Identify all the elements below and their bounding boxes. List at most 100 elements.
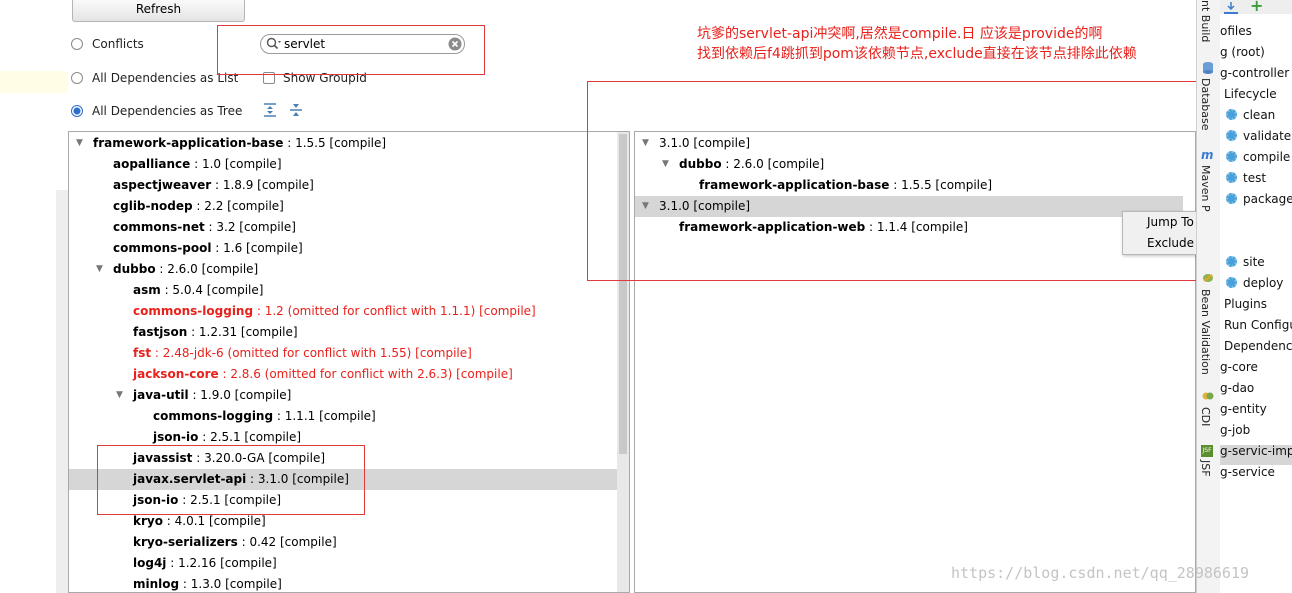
- artifact-version: : 1.6 [compile]: [211, 241, 303, 255]
- maven-item-label: ofiles: [1220, 24, 1252, 38]
- all-as-tree-label: All Dependencies as Tree: [92, 104, 243, 118]
- maven-item-label: validate: [1243, 129, 1292, 143]
- artifact-name: log4j: [133, 556, 167, 570]
- maven-item-label: Plugins: [1224, 297, 1267, 311]
- tree-node-label: jackson-core : 2.8.6 (omitted for confli…: [133, 364, 513, 385]
- tree-row[interactable]: fst : 2.48-jdk-6 (omitted for conflict w…: [69, 343, 617, 364]
- artifact-name: kryo-serializers: [133, 535, 238, 549]
- tree-node-label: framework-application-base : 1.5.5 [comp…: [93, 133, 386, 154]
- tree-node-label: java-util : 1.9.0 [compile]: [133, 385, 291, 406]
- tree-row[interactable]: jackson-core : 2.8.6 (omitted for confli…: [69, 364, 617, 385]
- maven-tree-item[interactable]: Lifecycle: [1224, 87, 1277, 101]
- maven-tree-item[interactable]: g-service: [1220, 465, 1275, 479]
- maven-tree-item[interactable]: compile: [1226, 150, 1290, 164]
- tree-node-label: fst : 2.48-jdk-6 (omitted for conflict w…: [133, 343, 472, 364]
- artifact-name: kryo: [133, 514, 163, 528]
- maven-item-label: g-controller: [1220, 66, 1290, 80]
- maven-item-label: Dependenci: [1224, 339, 1292, 353]
- tree-row[interactable]: commons-net : 3.2 [compile]: [69, 217, 617, 238]
- editor-gutter: [56, 190, 68, 593]
- tree-row[interactable]: log4j : 1.2.16 [compile]: [69, 553, 617, 574]
- maven-tree-item[interactable]: g-controller: [1220, 66, 1289, 80]
- maven-tree-item[interactable]: Dependenci: [1224, 339, 1292, 353]
- cdi-icon: [1202, 390, 1214, 405]
- refresh-button[interactable]: Refresh: [72, 0, 245, 22]
- maven-tree-item[interactable]: g-servic-imp: [1220, 444, 1292, 458]
- exclude-item[interactable]: Exclude: [1147, 236, 1194, 250]
- maven-add-icon[interactable]: +: [1250, 0, 1263, 15]
- maven-tree-item[interactable]: site: [1226, 255, 1265, 269]
- dependency-tree: ▼ framework-application-base : 1.5.5 [com…: [68, 131, 630, 593]
- annotation-line-2: 找到依赖后f4跳抓到pom该依赖节点,exclude直接在该节点排除此依赖: [697, 46, 1137, 62]
- maven-tree-item[interactable]: validate: [1226, 129, 1291, 143]
- maven-item-label: Run Configu: [1224, 318, 1292, 332]
- tree-row[interactable]: commons-pool : 1.6 [compile]: [69, 238, 617, 259]
- expand-all-icon[interactable]: [264, 103, 276, 117]
- maven-tree-item[interactable]: clean: [1226, 108, 1275, 122]
- tree-node-label: aopalliance : 1.0 [compile]: [113, 154, 282, 175]
- maven-tree-item[interactable]: g-entity: [1220, 402, 1267, 416]
- tree-row[interactable]: fastjson : 1.2.31 [compile]: [69, 322, 617, 343]
- tree-row[interactable]: aopalliance : 1.0 [compile]: [69, 154, 617, 175]
- tree-row[interactable]: ▼ java-util : 1.9.0 [compile]: [69, 385, 617, 406]
- tree-row[interactable]: commons-logging : 1.2 (omitted for confl…: [69, 301, 617, 322]
- maven-item-label: g-service: [1220, 465, 1275, 479]
- artifact-version: : 5.0.4 [compile]: [160, 283, 264, 297]
- ant-build-tab[interactable]: nt Build: [1199, 0, 1212, 42]
- tree-node-label: dubbo : 2.6.0 [compile]: [113, 259, 258, 280]
- artifact-version: : 4.0.1 [compile]: [162, 514, 266, 528]
- conflicts-label: Conflicts: [92, 37, 144, 51]
- artifact-version: : 1.3.0 [compile]: [179, 577, 282, 591]
- artifact-name: asm: [133, 283, 161, 297]
- tree-row[interactable]: ▼ dubbo : 2.6.0 [compile]: [69, 259, 617, 280]
- maven-download-icon[interactable]: [1224, 0, 1238, 14]
- maven-tree-item[interactable]: g-dao: [1220, 381, 1254, 395]
- maven-item-label: compile: [1243, 150, 1291, 164]
- maven-tree-item[interactable]: g-core: [1220, 360, 1258, 374]
- artifact-name: java-util: [133, 388, 189, 402]
- artifact-version: : 1.2 (omitted for conflict with 1.1.1) …: [253, 304, 536, 318]
- maven-projects-panel: + ofiles g (root) g-controller Lifecycle cle…: [1220, 0, 1292, 593]
- tree-node-label: kryo-serializers : 0.42 [compile]: [133, 532, 337, 553]
- tree-row[interactable]: cglib-nodep : 2.2 [compile]: [69, 196, 617, 217]
- maven-tree-item[interactable]: ofiles: [1220, 24, 1252, 38]
- maven-tree-item[interactable]: g (root): [1220, 45, 1265, 59]
- gear-icon: [1226, 109, 1237, 120]
- cdi-tab[interactable]: CDI: [1199, 407, 1212, 426]
- artifact-version: : 2.5.1 [compile]: [198, 430, 302, 444]
- maven-tree-item[interactable]: Run Configu: [1224, 318, 1292, 332]
- artifact-name: cglib-nodep: [113, 199, 193, 213]
- tree-row[interactable]: aspectjweaver : 1.8.9 [compile]: [69, 175, 617, 196]
- database-tab[interactable]: Database: [1199, 78, 1212, 131]
- artifact-name: dubbo: [113, 262, 156, 276]
- maven-tab[interactable]: Maven P: [1199, 165, 1212, 212]
- collapse-all-icon[interactable]: [290, 103, 302, 117]
- maven-tree-item[interactable]: package: [1226, 192, 1292, 206]
- all-as-list-radio[interactable]: [71, 72, 83, 84]
- maven-tree-item[interactable]: test: [1226, 171, 1266, 185]
- maven-tree-item[interactable]: g-job: [1220, 423, 1250, 437]
- expand-arrow-icon[interactable]: ▼: [116, 385, 123, 406]
- maven-item-label: deploy: [1243, 276, 1284, 290]
- artifact-name: fst: [133, 346, 152, 360]
- tree-row[interactable]: ▼ framework-application-base : 1.5.5 [com…: [69, 133, 617, 154]
- all-as-tree-radio[interactable]: [71, 105, 83, 117]
- tree-row[interactable]: kryo-serializers : 0.42 [compile]: [69, 532, 617, 553]
- search-annotation-box: [217, 25, 485, 75]
- artifact-version: : 1.5.5 [compile]: [283, 136, 387, 150]
- tree-row[interactable]: commons-logging : 1.1.1 [compile]: [69, 406, 617, 427]
- bean-validation-tab[interactable]: Bean Validation: [1199, 289, 1212, 375]
- expand-arrow-icon[interactable]: ▼: [96, 259, 103, 280]
- maven-item-label: g-entity: [1220, 402, 1267, 416]
- jsf-tab[interactable]: JSF: [1199, 460, 1212, 477]
- tree-node-label: log4j : 1.2.16 [compile]: [133, 553, 277, 574]
- tree-node-label: commons-net : 3.2 [compile]: [113, 217, 296, 238]
- maven-tree-item[interactable]: Plugins: [1224, 297, 1267, 311]
- expand-arrow-icon[interactable]: ▼: [76, 133, 83, 154]
- artifact-name: commons-net: [113, 220, 205, 234]
- tree-row[interactable]: asm : 5.0.4 [compile]: [69, 280, 617, 301]
- tree-row[interactable]: minlog : 1.3.0 [compile]: [69, 574, 617, 592]
- maven-tree-item[interactable]: deploy: [1226, 276, 1283, 290]
- conflicts-radio[interactable]: [71, 38, 83, 50]
- artifact-version: : 0.42 [compile]: [237, 535, 337, 549]
